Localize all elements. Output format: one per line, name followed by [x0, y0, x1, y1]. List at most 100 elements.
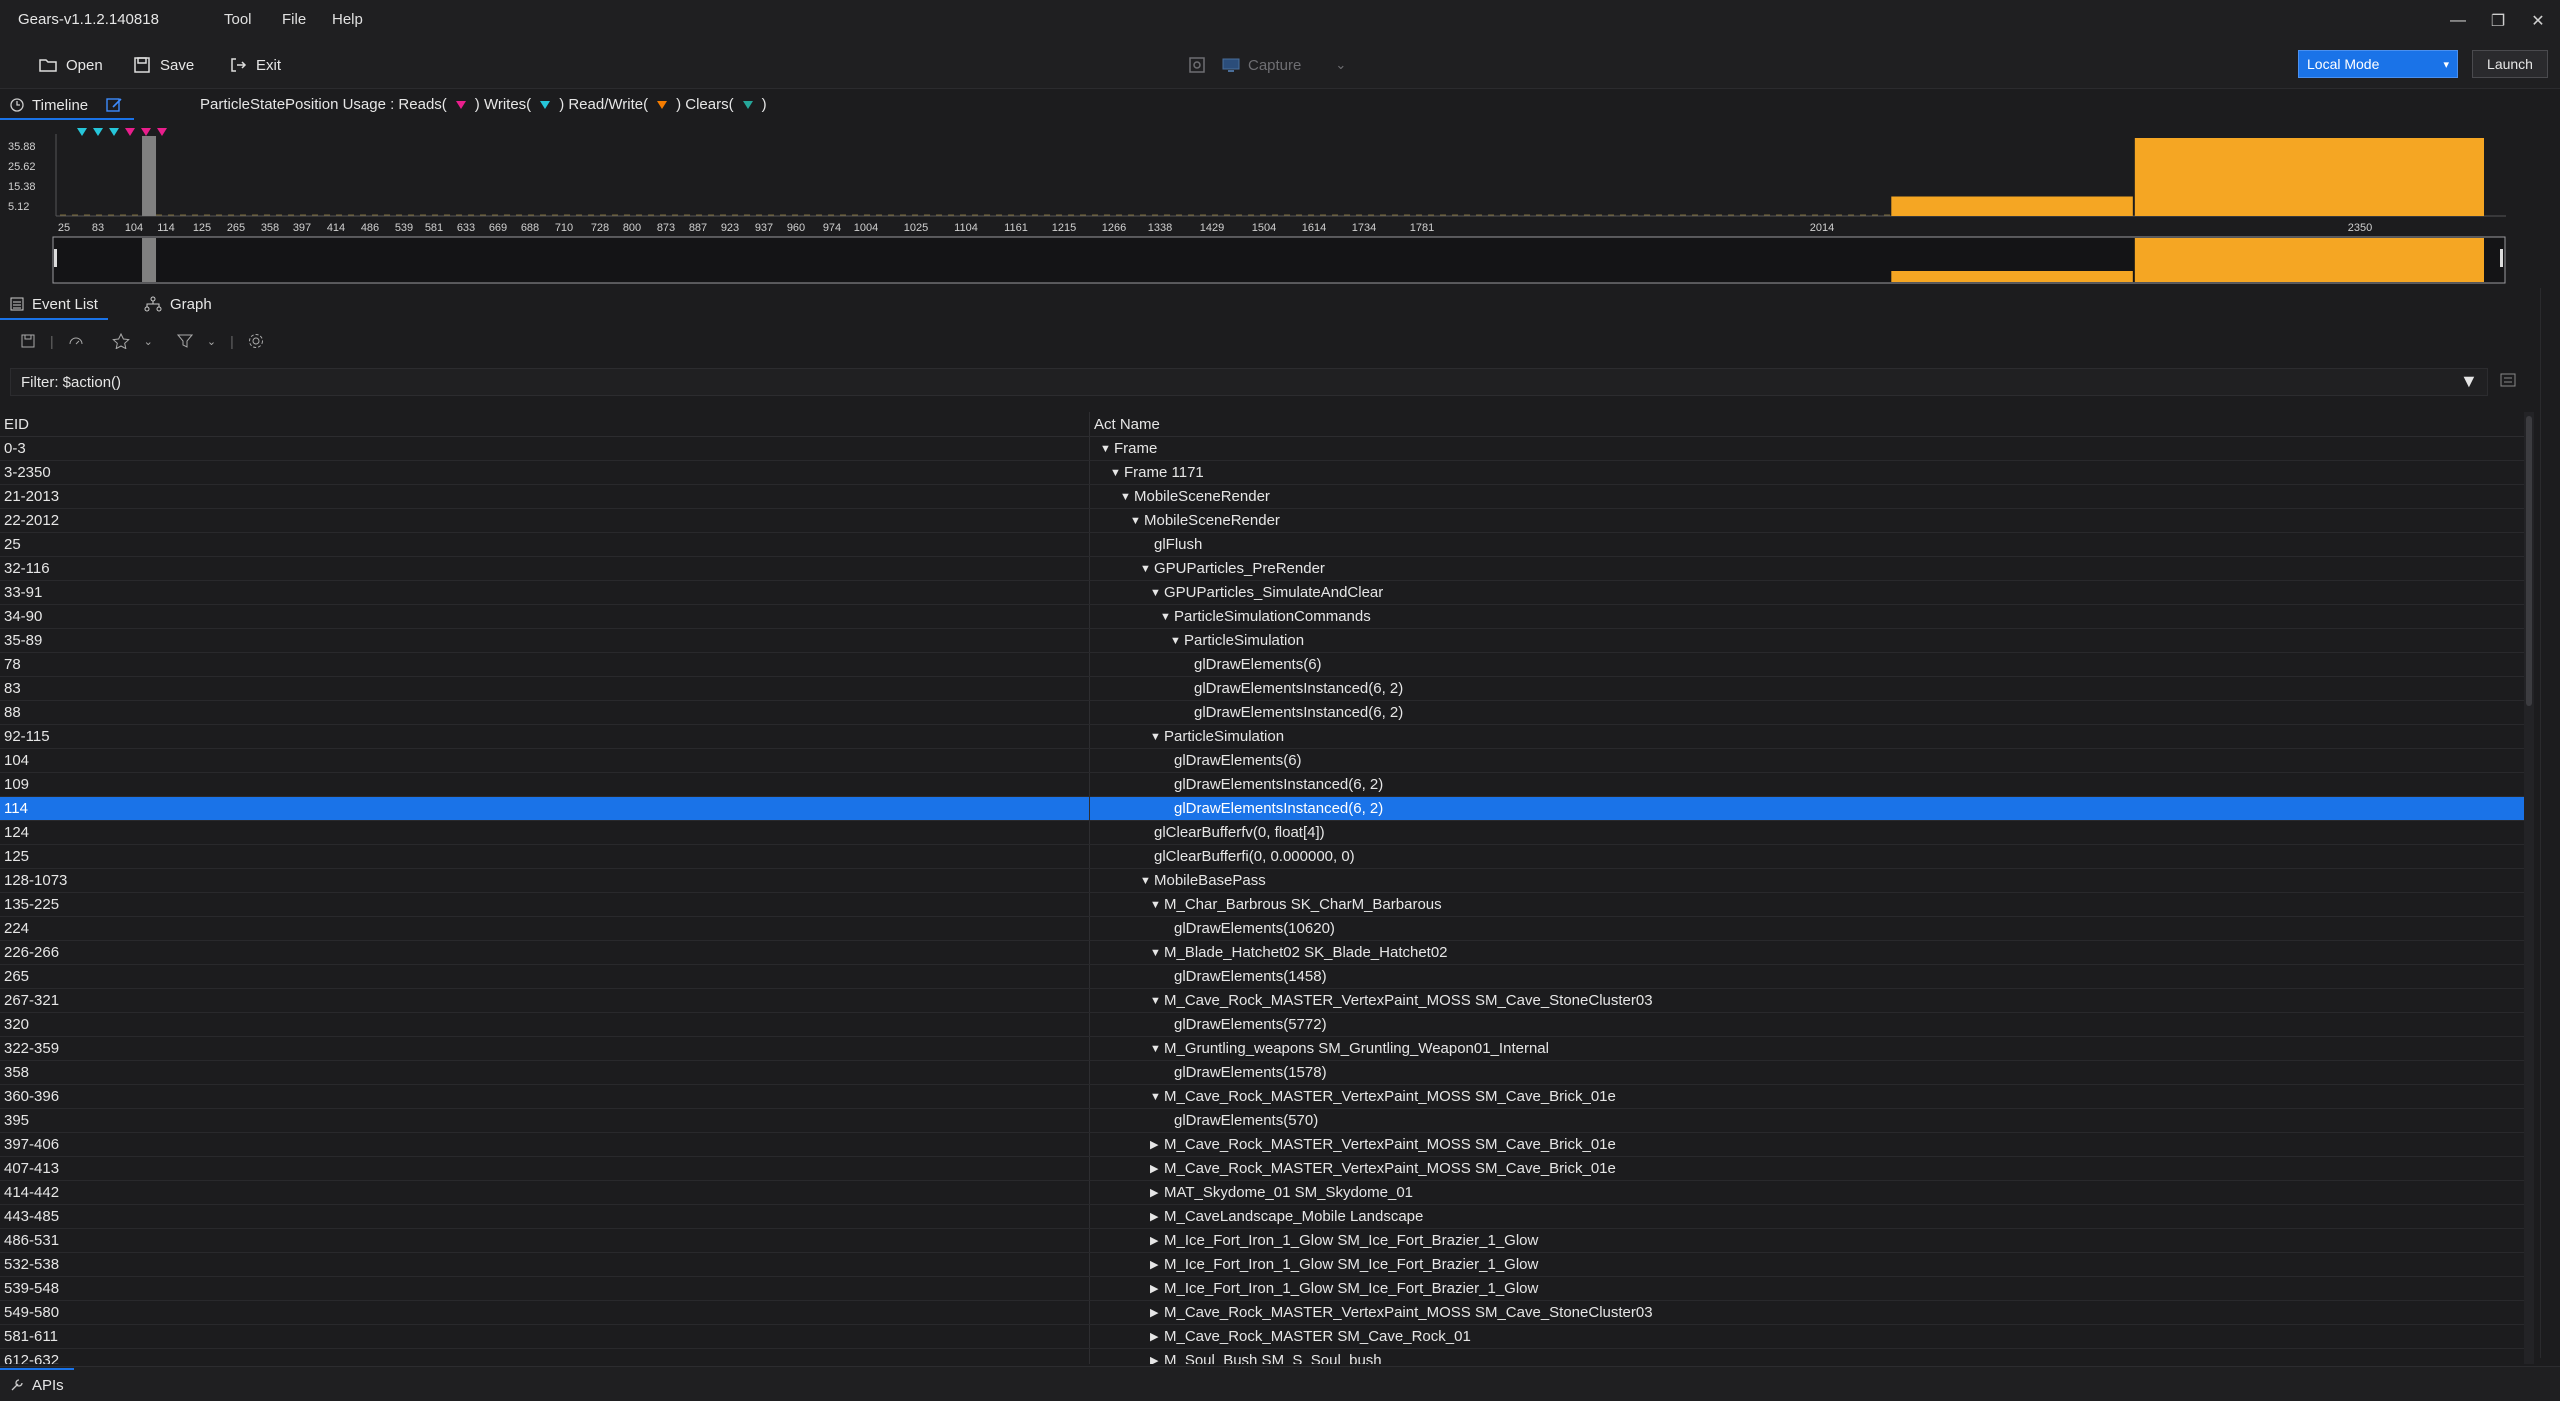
- expanded-arrow-icon[interactable]: ▼: [1110, 467, 1124, 479]
- act-name-text: glDrawElementsInstanced(6, 2): [1174, 776, 1384, 793]
- table-row[interactable]: 25 glFlush: [0, 533, 2524, 557]
- edit-icon[interactable]: [106, 97, 124, 113]
- table-row[interactable]: 104 glDrawElements(6): [0, 749, 2524, 773]
- table-row[interactable]: 532-538 ▶ M_Ice_Fort_Iron_1_Glow SM_Ice_Fo…: [0, 1253, 2524, 1277]
- table-row[interactable]: 124 glClearBufferfv(0, float[4]): [0, 821, 2524, 845]
- expanded-arrow-icon[interactable]: ▼: [1150, 587, 1164, 599]
- expanded-arrow-icon[interactable]: ▼: [1140, 563, 1154, 575]
- collapsed-arrow-icon[interactable]: ▶: [1150, 1354, 1164, 1364]
- menu-help[interactable]: Help: [332, 11, 363, 28]
- table-row[interactable]: 265 glDrawElements(1458): [0, 965, 2524, 989]
- table-row[interactable]: 128-1073 ▼ MobileBasePass: [0, 869, 2524, 893]
- close-button[interactable]: ✕: [2518, 6, 2558, 36]
- expanded-arrow-icon[interactable]: ▼: [1150, 947, 1164, 959]
- expanded-arrow-icon[interactable]: ▼: [1150, 899, 1164, 911]
- table-row[interactable]: 83 glDrawElementsInstanced(6, 2): [0, 677, 2524, 701]
- filter-icon[interactable]: [176, 333, 193, 349]
- table-row[interactable]: 125 glClearBufferfi(0, 0.000000, 0): [0, 845, 2524, 869]
- save-icon[interactable]: [20, 333, 36, 349]
- table-row[interactable]: 21-2013 ▼ MobileSceneRender: [0, 485, 2524, 509]
- star-icon[interactable]: [111, 333, 130, 349]
- launch-button[interactable]: Launch: [2472, 50, 2548, 78]
- open-button[interactable]: Open: [38, 52, 103, 78]
- tab-timeline[interactable]: Timeline: [0, 92, 135, 120]
- table-row[interactable]: 539-548 ▶ M_Ice_Fort_Iron_1_Glow SM_Ice_Fo…: [0, 1277, 2524, 1301]
- table-row[interactable]: 109 glDrawElementsInstanced(6, 2): [0, 773, 2524, 797]
- tab-apis[interactable]: APIs: [0, 1368, 74, 1400]
- chevron-down-icon[interactable]: ⌄: [144, 335, 153, 348]
- screenshot-icon[interactable]: [1188, 56, 1206, 74]
- expanded-arrow-icon[interactable]: ▼: [1100, 443, 1114, 455]
- table-row[interactable]: 581-611 ▶ M_Cave_Rock_MASTER SM_Cave_Rock_…: [0, 1325, 2524, 1349]
- collapsed-arrow-icon[interactable]: ▶: [1150, 1162, 1164, 1175]
- exit-button[interactable]: Exit: [228, 52, 281, 78]
- collapsed-arrow-icon[interactable]: ▶: [1150, 1186, 1164, 1199]
- menu-file[interactable]: File: [282, 11, 306, 28]
- save-button[interactable]: Save: [132, 52, 194, 78]
- menu-tool[interactable]: Tool: [224, 11, 252, 28]
- expanded-arrow-icon[interactable]: ▼: [1140, 875, 1154, 887]
- settings-icon[interactable]: [248, 333, 264, 349]
- tab-graph[interactable]: Graph: [144, 290, 212, 318]
- chevron-down-icon[interactable]: ⌄: [207, 335, 216, 348]
- table-row[interactable]: 358 glDrawElements(1578): [0, 1061, 2524, 1085]
- expanded-arrow-icon[interactable]: ▼: [1150, 1043, 1164, 1055]
- collapsed-arrow-icon[interactable]: ▶: [1150, 1306, 1164, 1319]
- table-row[interactable]: 360-396 ▼ M_Cave_Rock_MASTER_VertexPaint_M…: [0, 1085, 2524, 1109]
- table-row[interactable]: 34-90 ▼ ParticleSimulationCommands: [0, 605, 2524, 629]
- collapsed-arrow-icon[interactable]: ▶: [1150, 1234, 1164, 1247]
- table-row[interactable]: 135-225 ▼ M_Char_Barbrous SK_CharM_Barbaro…: [0, 893, 2524, 917]
- restore-button[interactable]: ❐: [2478, 6, 2518, 36]
- table-row[interactable]: 88 glDrawElementsInstanced(6, 2): [0, 701, 2524, 725]
- table-row[interactable]: 32-116 ▼ GPUParticles_PreRender: [0, 557, 2524, 581]
- table-row[interactable]: 22-2012 ▼ MobileSceneRender: [0, 509, 2524, 533]
- table-row[interactable]: 0-3 ▼ Frame: [0, 437, 2524, 461]
- expanded-arrow-icon[interactable]: ▼: [1120, 491, 1134, 503]
- table-row[interactable]: 114 glDrawElementsInstanced(6, 2): [0, 797, 2524, 821]
- table-row[interactable]: 443-485 ▶ M_CaveLandscape_Mobile Landscape: [0, 1205, 2524, 1229]
- table-row[interactable]: 549-580 ▶ M_Cave_Rock_MASTER_VertexPaint_M…: [0, 1301, 2524, 1325]
- x-tick-label: 669: [489, 222, 507, 234]
- expanded-arrow-icon[interactable]: ▼: [1130, 515, 1144, 527]
- chevron-down-icon[interactable]: ⌄: [1335, 57, 1346, 73]
- table-row[interactable]: 322-359 ▼ M_Gruntling_weapons SM_Gruntling…: [0, 1037, 2524, 1061]
- column-header-name[interactable]: Act Name: [1090, 412, 2524, 436]
- gauge-icon[interactable]: [68, 333, 84, 349]
- filter-input[interactable]: Filter: $action(): [10, 368, 2488, 396]
- expanded-arrow-icon[interactable]: ▼: [1150, 1091, 1164, 1103]
- collapsed-arrow-icon[interactable]: ▶: [1150, 1210, 1164, 1223]
- table-row[interactable]: 486-531 ▶ M_Ice_Fort_Iron_1_Glow SM_Ice_Fo…: [0, 1229, 2524, 1253]
- table-row[interactable]: 397-406 ▶ M_Cave_Rock_MASTER_VertexPaint_M…: [0, 1133, 2524, 1157]
- column-header-eid[interactable]: EID: [0, 412, 1090, 436]
- table-scrollbar-thumb[interactable]: [2526, 416, 2532, 706]
- table-row[interactable]: 407-413 ▶ M_Cave_Rock_MASTER_VertexPaint_M…: [0, 1157, 2524, 1181]
- table-row[interactable]: 320 glDrawElements(5772): [0, 1013, 2524, 1037]
- table-row[interactable]: 78 glDrawElements(6): [0, 653, 2524, 677]
- table-row[interactable]: 612-632 ▶ M_Soul_Bush SM_S_Soul_bush: [0, 1349, 2524, 1364]
- table-row[interactable]: 33-91 ▼ GPUParticles_SimulateAndClear: [0, 581, 2524, 605]
- table-row[interactable]: 414-442 ▶ MAT_Skydome_01 SM_Skydome_01: [0, 1181, 2524, 1205]
- collapsed-arrow-icon[interactable]: ▶: [1150, 1138, 1164, 1151]
- expanded-arrow-icon[interactable]: ▼: [1150, 731, 1164, 743]
- table-row[interactable]: 267-321 ▼ M_Cave_Rock_MASTER_VertexPaint_M…: [0, 989, 2524, 1013]
- table-row[interactable]: 395 glDrawElements(570): [0, 1109, 2524, 1133]
- table-row[interactable]: 224 glDrawElements(10620): [0, 917, 2524, 941]
- timeline-chart[interactable]: 35.88 25.62 15.38 5.12 25 83 104 114 125 265 358 39…: [0, 122, 2560, 288]
- collapsed-arrow-icon[interactable]: ▶: [1150, 1330, 1164, 1343]
- table-row[interactable]: 35-89 ▼ ParticleSimulation: [0, 629, 2524, 653]
- expanded-arrow-icon[interactable]: ▼: [1170, 635, 1184, 647]
- tab-event-list[interactable]: Event List: [0, 290, 108, 320]
- expanded-arrow-icon[interactable]: ▼: [1160, 611, 1174, 623]
- collapsed-arrow-icon[interactable]: ▶: [1150, 1258, 1164, 1271]
- mode-select[interactable]: Local Mode ▾: [2298, 50, 2458, 78]
- table-row[interactable]: 92-115 ▼ ParticleSimulation: [0, 725, 2524, 749]
- collapsed-arrow-icon[interactable]: ▶: [1150, 1282, 1164, 1295]
- x-tick-label: 887: [689, 222, 707, 234]
- expanded-arrow-icon[interactable]: ▼: [1150, 995, 1164, 1007]
- table-row[interactable]: 3-2350 ▼ Frame 1171: [0, 461, 2524, 485]
- capture-button[interactable]: Capture: [1222, 56, 1301, 74]
- minimize-button[interactable]: —: [2438, 6, 2478, 36]
- filter-options-icon[interactable]: [2500, 372, 2516, 388]
- table-row[interactable]: 226-266 ▼ M_Blade_Hatchet02 SK_Blade_Hatch…: [0, 941, 2524, 965]
- filter-dropdown-arrow-icon[interactable]: ▼: [2460, 371, 2478, 392]
